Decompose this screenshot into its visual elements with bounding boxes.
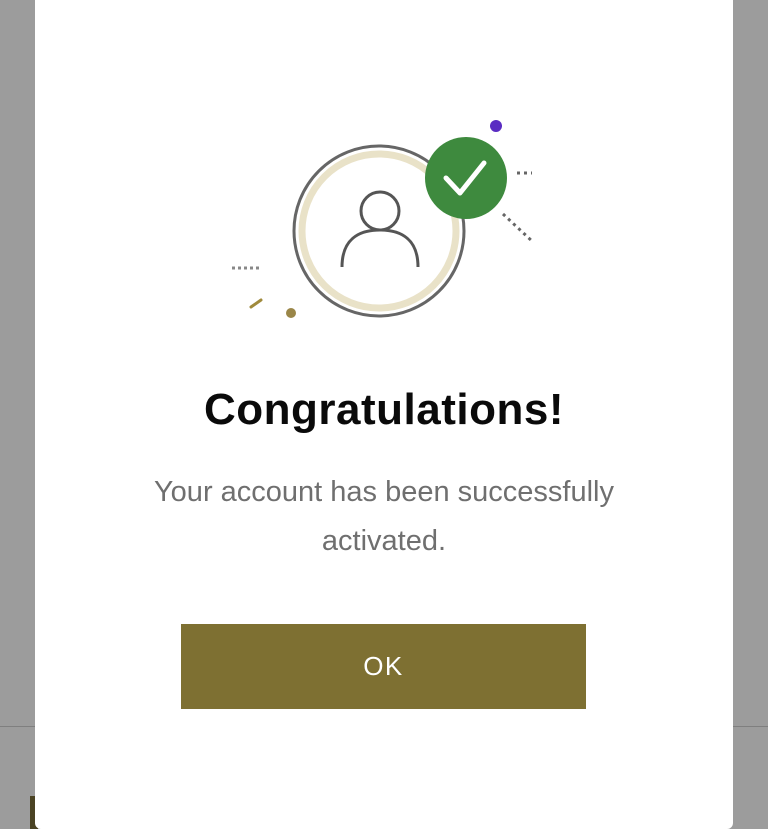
check-badge-icon bbox=[425, 137, 507, 219]
account-activated-illustration bbox=[232, 120, 535, 318]
dialog-title: Congratulations! bbox=[204, 385, 564, 434]
ok-button[interactable]: OK bbox=[181, 624, 586, 709]
decorative-dash bbox=[249, 298, 263, 309]
dialog-message: Your account has been successfully activ… bbox=[154, 476, 614, 557]
decorative-dash bbox=[501, 212, 535, 244]
decorative-dot bbox=[490, 120, 502, 132]
decorative-dot bbox=[286, 308, 296, 318]
success-dialog: Congratulations! Your account has been s… bbox=[35, 0, 733, 829]
